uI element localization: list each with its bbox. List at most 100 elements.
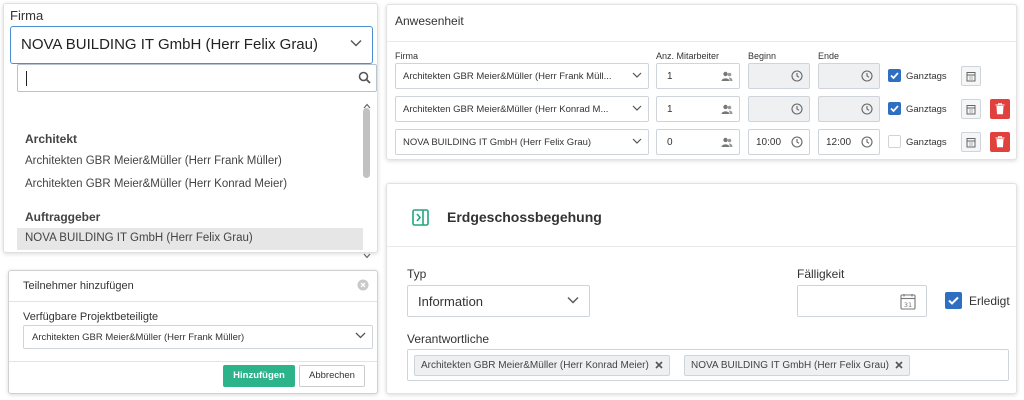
remove-icon[interactable] xyxy=(895,361,903,372)
ganztags-label: Ganztags xyxy=(906,71,947,82)
participants-selected-value: Architekten GBR Meier&Müller (Herr Frank… xyxy=(32,332,245,343)
row-firma-select[interactable]: NOVA BUILDING IT GmbH (Herr Felix Grau) xyxy=(395,129,649,155)
firma-search-input[interactable] xyxy=(17,64,377,92)
row-end-time[interactable]: 12:00 xyxy=(818,129,880,155)
row-firma-select[interactable]: Architekten GBR Meier&Müller (Herr Frank… xyxy=(395,63,649,89)
attendance-title: Anwesenheit xyxy=(395,14,464,28)
firma-label: Firma xyxy=(10,8,44,23)
panel-toggle-icon[interactable] xyxy=(412,209,429,226)
row-begin-time[interactable] xyxy=(748,96,810,122)
responsible-tag: Architekten GBR Meier&Müller (Herr Konra… xyxy=(414,355,670,376)
done-checkbox[interactable] xyxy=(945,292,962,309)
chevron-down-icon xyxy=(632,72,642,79)
row-count-input[interactable]: 0 xyxy=(656,129,740,155)
row-count-value: 1 xyxy=(667,104,673,115)
column-header-count: Anz. Mitarbeiter xyxy=(656,51,720,61)
option-group-auftraggeber: Auftraggeber xyxy=(25,210,101,224)
delete-button[interactable] xyxy=(990,99,1010,119)
row-end-time[interactable] xyxy=(818,63,880,89)
ganztags-label: Ganztags xyxy=(906,137,947,148)
firma-dropdown-panel: Firma NOVA BUILDING IT GmbH (Herr Felix … xyxy=(3,3,378,259)
row-end-time[interactable] xyxy=(818,96,880,122)
ganztags-checkbox[interactable] xyxy=(888,135,901,148)
participants-select[interactable]: Architekten GBR Meier&Müller (Herr Frank… xyxy=(23,325,373,349)
firma-select[interactable]: NOVA BUILDING IT GmbH (Herr Felix Grau) xyxy=(10,26,373,64)
delete-button[interactable] xyxy=(990,132,1010,152)
text-caret xyxy=(26,71,27,86)
table-row: Architekten GBR Meier&Müller (Herr Konra… xyxy=(387,96,1018,122)
column-header-begin: Beginn xyxy=(748,51,777,61)
row-firma-select[interactable]: Architekten GBR Meier&Müller (Herr Konra… xyxy=(395,96,649,122)
chevron-down-icon xyxy=(632,105,642,112)
responsible-multiselect[interactable]: Architekten GBR Meier&Müller (Herr Konra… xyxy=(407,349,1009,381)
calendar-icon[interactable]: 31 xyxy=(900,293,916,310)
row-count-input[interactable]: 1 xyxy=(656,96,740,122)
list-item-selected[interactable]: NOVA BUILDING IT GmbH (Herr Felix Grau) xyxy=(17,228,363,250)
row-count-value: 0 xyxy=(667,137,673,148)
attendance-panel: Anwesenheit Firma Anz. Mitarbeiter Begin… xyxy=(386,4,1017,160)
chevron-down-icon xyxy=(350,39,362,47)
divider xyxy=(387,246,1016,247)
due-date-input[interactable]: 31 xyxy=(797,285,927,317)
chevron-down-icon xyxy=(632,138,642,145)
users-icon xyxy=(721,71,733,82)
option-group-architekt: Architekt xyxy=(25,132,78,146)
table-row: NOVA BUILDING IT GmbH (Herr Felix Grau) … xyxy=(387,129,1018,155)
svg-text:31: 31 xyxy=(904,301,912,309)
ganztags-checkbox[interactable] xyxy=(888,102,901,115)
responsible-tag-label: NOVA BUILDING IT GmbH (Herr Felix Grau) xyxy=(691,360,889,371)
clock-icon xyxy=(791,103,803,115)
ganztags-label: Ganztags xyxy=(906,104,947,115)
ganztags-checkbox[interactable] xyxy=(888,69,901,82)
calendar-button[interactable] xyxy=(961,66,981,86)
row-begin-time[interactable]: 10:00 xyxy=(748,129,810,155)
row-firma-value: Architekten GBR Meier&Müller (Herr Konra… xyxy=(403,104,609,115)
table-row: Architekten GBR Meier&Müller (Herr Frank… xyxy=(387,63,1018,89)
users-icon xyxy=(721,104,733,115)
chevron-down-icon xyxy=(567,296,579,304)
task-title: Erdgeschossbegehung xyxy=(447,209,602,225)
scroll-down-icon[interactable] xyxy=(363,246,371,264)
clock-icon xyxy=(861,103,873,115)
list-item[interactable]: Architekten GBR Meier&Müller (Herr Frank… xyxy=(17,151,363,173)
calendar-button[interactable] xyxy=(961,99,981,119)
search-icon xyxy=(358,71,371,84)
row-firma-value: Architekten GBR Meier&Müller (Herr Frank… xyxy=(403,71,612,82)
responsible-tag: NOVA BUILDING IT GmbH (Herr Felix Grau) xyxy=(684,355,910,376)
clock-icon xyxy=(791,70,803,82)
firma-selected-value: NOVA BUILDING IT GmbH (Herr Felix Grau) xyxy=(21,36,318,53)
responsible-tag-label: Architekten GBR Meier&Müller (Herr Konra… xyxy=(421,360,649,371)
responsible-label: Verantwortliche xyxy=(407,332,490,346)
divider xyxy=(387,41,1016,42)
type-select[interactable]: Information xyxy=(407,285,590,317)
done-label: Erledigt xyxy=(969,294,1010,308)
divider xyxy=(9,301,377,302)
chevron-down-icon xyxy=(355,332,366,339)
clock-icon xyxy=(791,136,803,148)
dialog-title: Teilnehmer hinzufügen xyxy=(23,280,134,292)
row-firma-value: NOVA BUILDING IT GmbH (Herr Felix Grau) xyxy=(403,137,592,148)
due-label: Fälligkeit xyxy=(797,267,845,281)
close-icon[interactable] xyxy=(357,279,369,291)
add-participant-dialog: Teilnehmer hinzufügen Verfügbare Projekt… xyxy=(8,270,378,394)
row-count-input[interactable]: 1 xyxy=(656,63,740,89)
row-begin-time[interactable] xyxy=(748,63,810,89)
calendar-button[interactable] xyxy=(961,132,981,152)
column-header-firma: Firma xyxy=(395,51,418,61)
clock-icon xyxy=(861,70,873,82)
task-panel: Erdgeschossbegehung Typ Information Fäll… xyxy=(386,183,1017,394)
list-item[interactable]: Architekten GBR Meier&Müller (Herr Konra… xyxy=(17,174,363,196)
add-button[interactable]: Hinzufügen xyxy=(223,365,295,387)
clock-icon xyxy=(861,136,873,148)
type-label: Typ xyxy=(407,267,427,281)
type-value: Information xyxy=(418,294,484,309)
scrollbar[interactable] xyxy=(362,96,372,259)
cancel-button[interactable]: Abbrechen xyxy=(299,365,365,387)
remove-icon[interactable] xyxy=(655,361,663,372)
firma-options-list: Architekt Architekten GBR Meier&Müller (… xyxy=(17,96,367,252)
row-end-value: 12:00 xyxy=(826,137,852,148)
scrollbar-thumb[interactable] xyxy=(363,108,370,178)
users-icon xyxy=(721,137,733,148)
participants-field-label: Verfügbare Projektbeteiligte xyxy=(23,311,159,323)
row-begin-value: 10:00 xyxy=(756,137,782,148)
